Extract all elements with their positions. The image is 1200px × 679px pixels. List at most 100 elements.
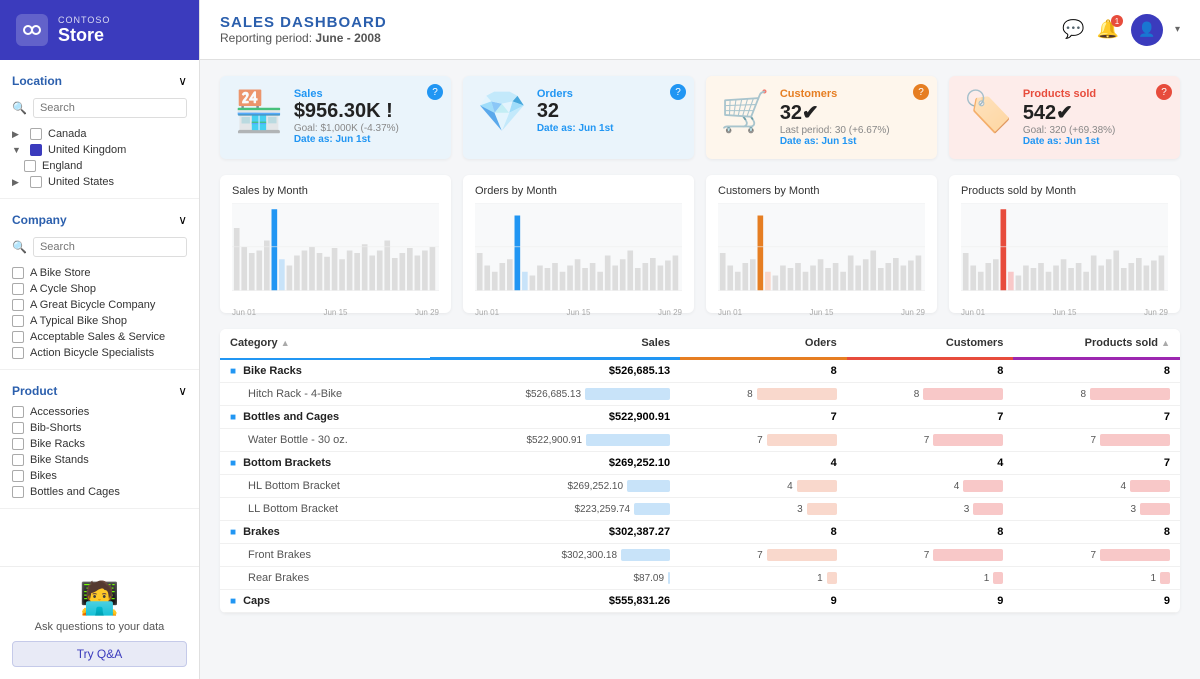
- th-category[interactable]: Category ▲: [220, 329, 430, 359]
- company-label-0: A Bike Store: [30, 267, 91, 279]
- product-item-0[interactable]: Accessories: [0, 404, 199, 420]
- expand-icon[interactable]: ■: [230, 412, 236, 423]
- product-checkbox-4[interactable]: [12, 470, 24, 482]
- products-kpi-goal: Goal: 320 (+69.38%): [1023, 125, 1166, 136]
- sort-category-icon: ▲: [281, 338, 290, 348]
- company-section-header[interactable]: Company ∨: [0, 207, 199, 233]
- company-checkbox-4[interactable]: [12, 331, 24, 343]
- row-orders-value: 8: [747, 389, 753, 400]
- th-orders[interactable]: Oders: [680, 329, 847, 359]
- product-checkbox-1[interactable]: [12, 422, 24, 434]
- chart-sales-svg: [232, 203, 439, 303]
- row-orders-value: 9: [831, 595, 837, 607]
- us-checkbox[interactable]: [30, 176, 42, 188]
- cell-products: 7: [1013, 429, 1180, 452]
- chart-orders-area: Jun 01 Jun 15 Jun 29: [475, 203, 682, 303]
- company-item-4[interactable]: Acceptable Sales & Service: [0, 329, 199, 345]
- product-checkbox-2[interactable]: [12, 438, 24, 450]
- table-row: ■ Bottom Brackets $269,252.10 4 4 7: [220, 452, 1180, 475]
- location-uk[interactable]: ▼ United Kingdom: [0, 142, 199, 158]
- row-category-label: Brakes: [243, 526, 280, 538]
- company-checkbox-2[interactable]: [12, 299, 24, 311]
- expand-icon[interactable]: ■: [230, 458, 236, 469]
- cell-customers: 9: [847, 590, 1014, 613]
- sidebar-footer-text: Ask questions to your data: [12, 621, 187, 633]
- row-sub-label: Hitch Rack - 4-Bike: [248, 388, 342, 400]
- th-sales[interactable]: Sales: [430, 329, 680, 359]
- cell-sales: $526,685.13: [430, 359, 680, 383]
- product-item-2[interactable]: Bike Racks: [0, 436, 199, 452]
- location-canada[interactable]: ▶ Canada: [0, 126, 199, 142]
- company-search-input[interactable]: [33, 237, 187, 257]
- products-kpi-help[interactable]: ?: [1156, 84, 1172, 100]
- orders-bar: [767, 434, 837, 446]
- company-item-5[interactable]: Action Bicycle Specialists: [0, 345, 199, 361]
- notification-icon[interactable]: 🔔 1: [1097, 19, 1119, 40]
- expand-icon[interactable]: ■: [230, 366, 236, 377]
- uk-checkbox[interactable]: [30, 144, 42, 156]
- chart-products-x1: Jun 15: [1052, 308, 1076, 317]
- customers-kpi-label: Customers: [780, 88, 923, 100]
- account-chevron-icon[interactable]: ▾: [1175, 24, 1180, 35]
- company-item-3[interactable]: A Typical Bike Shop: [0, 313, 199, 329]
- kpi-card-products: 🏷️ Products sold 542✔ Goal: 320 (+69.38%…: [949, 76, 1180, 159]
- cell-products: 7: [1013, 406, 1180, 429]
- england-checkbox[interactable]: [24, 160, 36, 172]
- topbar-subtitle-prefix: Reporting period:: [220, 31, 312, 45]
- company-checkbox-3[interactable]: [12, 315, 24, 327]
- location-england[interactable]: England: [0, 158, 199, 174]
- company-checkbox-0[interactable]: [12, 267, 24, 279]
- canada-checkbox[interactable]: [30, 128, 42, 140]
- row-sales-value: $555,831.26: [609, 595, 670, 607]
- location-section-header[interactable]: Location ∨: [0, 68, 199, 94]
- expand-icon[interactable]: ■: [230, 527, 236, 538]
- company-checkbox-5[interactable]: [12, 347, 24, 359]
- user-avatar[interactable]: 👤: [1131, 14, 1163, 46]
- th-products[interactable]: Products sold ▲: [1013, 329, 1180, 359]
- chart-customers-x2: Jun 29: [901, 308, 925, 317]
- customers-kpi-help[interactable]: ?: [913, 84, 929, 100]
- product-item-1[interactable]: Bib-Shorts: [0, 420, 199, 436]
- topbar-subtitle-period: June - 2008: [315, 31, 380, 45]
- cell-sales: $223,259.74: [430, 498, 680, 521]
- product-item-3[interactable]: Bike Stands: [0, 452, 199, 468]
- orders-kpi-help[interactable]: ?: [670, 84, 686, 100]
- orders-kpi-date: Date as: Jun 1st: [537, 123, 680, 134]
- orders-kpi-value: 32: [537, 100, 680, 123]
- company-item-1[interactable]: A Cycle Shop: [0, 281, 199, 297]
- chart-customers-area: Jun 01 Jun 15 Jun 29: [718, 203, 925, 303]
- orders-bar: [827, 572, 837, 584]
- company-checkbox-1[interactable]: [12, 283, 24, 295]
- expand-icon[interactable]: ■: [230, 596, 236, 607]
- chart-orders-svg: [475, 203, 682, 303]
- cell-sales: $87.09: [430, 567, 680, 590]
- product-checkbox-3[interactable]: [12, 454, 24, 466]
- row-customers-value: 4: [997, 457, 1003, 469]
- location-search-input[interactable]: [33, 98, 187, 118]
- topbar-title-area: SALES DASHBOARD Reporting period: June -…: [220, 14, 387, 45]
- chart-customers-x1: Jun 15: [809, 308, 833, 317]
- chart-products-x0: Jun 01: [961, 308, 985, 317]
- product-section-header[interactable]: Product ∨: [0, 378, 199, 404]
- customers-kpi-icon: 🛒: [720, 88, 770, 135]
- product-item-5[interactable]: Bottles and Cages: [0, 484, 199, 500]
- product-chevron-icon: ∨: [178, 384, 187, 398]
- location-search-container: 🔍: [0, 94, 199, 122]
- sales-bar: [585, 388, 670, 400]
- sales-kpi-help[interactable]: ?: [427, 84, 443, 100]
- chat-icon[interactable]: 💬: [1062, 19, 1084, 40]
- th-customers[interactable]: Customers: [847, 329, 1014, 359]
- product-checkbox-5[interactable]: [12, 486, 24, 498]
- company-item-2[interactable]: A Great Bicycle Company: [0, 297, 199, 313]
- location-us[interactable]: ▶ United States: [0, 174, 199, 190]
- product-item-4[interactable]: Bikes: [0, 468, 199, 484]
- sales-bar: [668, 572, 670, 584]
- row-orders-value: 7: [757, 550, 763, 561]
- table-header: Category ▲ Sales Oders Customers Product…: [220, 329, 1180, 359]
- chart-sales-x-labels: Jun 01 Jun 15 Jun 29: [232, 308, 439, 317]
- company-item-0[interactable]: A Bike Store: [0, 265, 199, 281]
- try-qa-button[interactable]: Try Q&A: [12, 641, 187, 667]
- product-checkbox-0[interactable]: [12, 406, 24, 418]
- table-row: ■ Caps $555,831.26 9 9 9: [220, 590, 1180, 613]
- cell-orders: 3: [680, 498, 847, 521]
